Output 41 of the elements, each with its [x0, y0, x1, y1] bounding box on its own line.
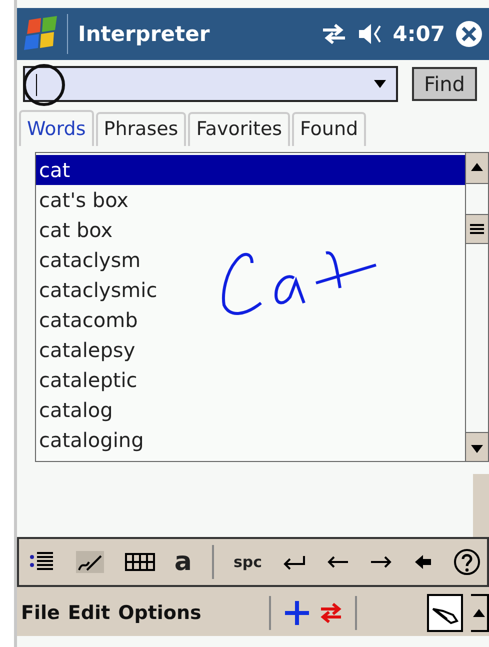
vertical-scrollbar[interactable]: [465, 153, 488, 461]
word-list-item[interactable]: cat: [36, 155, 465, 185]
tab[interactable]: Favorites: [188, 112, 290, 146]
word-list-item[interactable]: cataclysm: [36, 245, 465, 275]
plus-icon[interactable]: [283, 598, 312, 626]
swap-arrows-icon[interactable]: [319, 600, 344, 624]
pen-writing-icon[interactable]: [74, 550, 105, 574]
backspace-arrow-icon[interactable]: [413, 554, 434, 570]
connectivity-arrows-icon[interactable]: [320, 22, 347, 46]
word-list-item[interactable]: catacomb: [36, 305, 465, 335]
close-icon[interactable]: [455, 20, 483, 48]
right-arrow-icon[interactable]: [369, 554, 394, 570]
space-key[interactable]: spc: [233, 553, 262, 571]
menu-item[interactable]: File: [21, 602, 60, 624]
up-caret-icon: [473, 608, 485, 616]
left-arrow-icon[interactable]: [326, 554, 350, 570]
enter-key-icon[interactable]: [282, 554, 306, 570]
menu-item[interactable]: Edit: [68, 602, 110, 624]
speaker-icon[interactable]: [356, 22, 383, 46]
word-list-item[interactable]: cat box: [36, 215, 465, 245]
word-list-item[interactable]: catalepsy: [36, 335, 465, 365]
word-list-item[interactable]: cataleptic: [36, 365, 465, 395]
windows-flag-icon[interactable]: [21, 14, 68, 54]
tab[interactable]: Found: [292, 112, 366, 146]
help-icon[interactable]: [452, 548, 481, 576]
tab[interactable]: Phrases: [96, 112, 186, 146]
word-list-item[interactable]: cataloging: [36, 425, 465, 455]
letter-recognizer-key[interactable]: a: [174, 547, 192, 577]
dropdown-caret-icon[interactable]: [374, 80, 386, 88]
clock-time[interactable]: 4:07: [392, 22, 445, 46]
tab[interactable]: Words: [19, 110, 94, 146]
scroll-thumb[interactable]: [466, 214, 488, 244]
keyboard-grid-icon[interactable]: [124, 552, 155, 572]
word-list-item[interactable]: cat's box: [36, 185, 465, 215]
menu-item[interactable]: Options: [118, 602, 202, 624]
input-panel-menu-button[interactable]: [471, 594, 489, 632]
word-list-item[interactable]: catalog: [36, 395, 465, 425]
window-title: Interpreter: [78, 22, 211, 46]
find-button[interactable]: Find: [412, 67, 477, 101]
word-list-item[interactable]: cataclysmic: [36, 275, 465, 305]
input-panel-button[interactable]: [427, 594, 463, 632]
